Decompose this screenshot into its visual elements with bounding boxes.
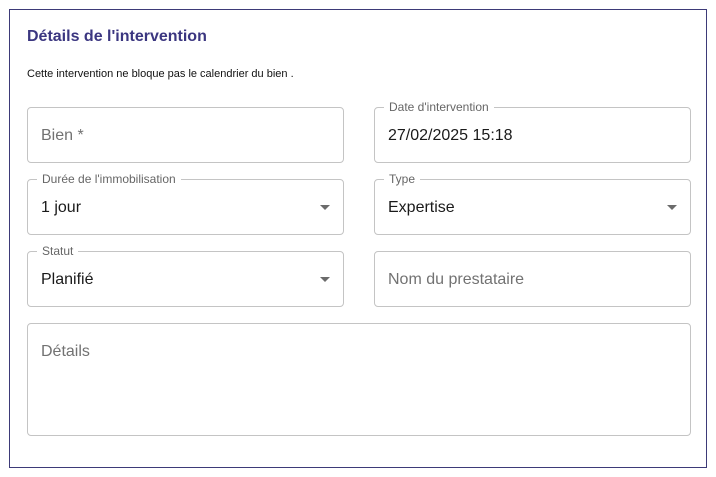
section-title: Détails de l'intervention — [27, 28, 207, 45]
duree-immobilisation-value: 1 jour — [41, 199, 82, 216]
intervention-details-panel: Détails de l'intervention Cette interven… — [9, 9, 707, 468]
prestataire-placeholder: Nom du prestataire — [388, 271, 525, 288]
statut-label: Statut — [37, 244, 79, 258]
details-placeholder: Détails — [41, 343, 90, 360]
bien-placeholder: Bien * — [41, 127, 84, 144]
date-intervention-value: 27/02/2025 15:18 — [388, 127, 513, 144]
caret-down-icon[interactable] — [320, 277, 330, 282]
date-intervention-label: Date d'intervention — [384, 100, 494, 114]
caret-down-icon[interactable] — [667, 205, 677, 210]
section-subtitle: Cette intervention ne bloque pas le cale… — [27, 68, 294, 80]
type-select[interactable]: Type Expertise — [374, 172, 691, 235]
caret-down-icon[interactable] — [320, 205, 330, 210]
statut-select[interactable]: Statut Planifié — [27, 244, 344, 307]
details-textarea[interactable]: Détails — [27, 323, 691, 436]
statut-value: Planifié — [41, 271, 94, 288]
duree-immobilisation-label: Durée de l'immobilisation — [37, 172, 181, 186]
date-intervention-field[interactable]: Date d'intervention 27/02/2025 15:18 — [374, 100, 691, 163]
duree-immobilisation-select[interactable]: Durée de l'immobilisation 1 jour — [27, 172, 344, 235]
type-label: Type — [384, 172, 421, 186]
prestataire-field[interactable]: Nom du prestataire — [374, 251, 691, 307]
bien-field[interactable]: Bien * — [27, 107, 344, 163]
type-value: Expertise — [388, 199, 455, 216]
